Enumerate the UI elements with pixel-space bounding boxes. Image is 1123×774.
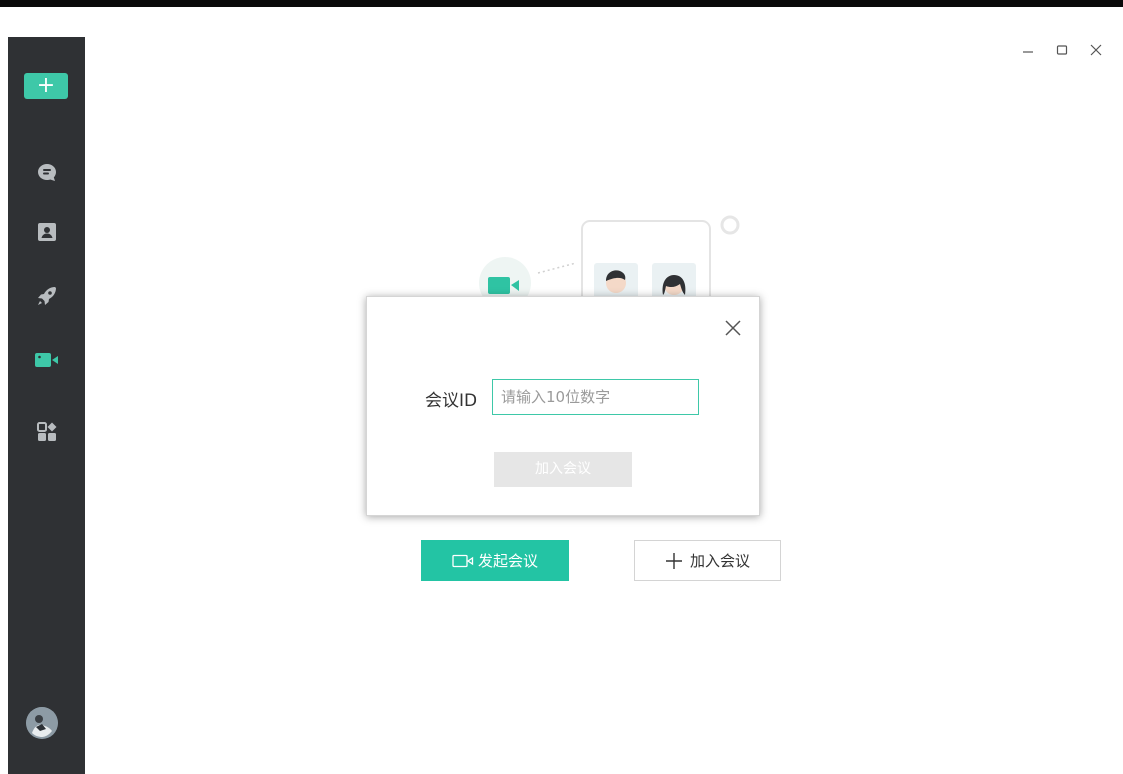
start-meeting-label: 发起会议 bbox=[477, 552, 538, 570]
plus-icon bbox=[665, 552, 682, 569]
top-border bbox=[0, 0, 1123, 7]
apps-grid-icon bbox=[36, 422, 56, 441]
close-icon bbox=[1090, 44, 1102, 56]
meeting-id-input[interactable] bbox=[492, 379, 699, 415]
dialog-close-button[interactable] bbox=[722, 317, 744, 339]
add-button[interactable]: + bbox=[24, 73, 68, 99]
meeting-id-label: 会议ID bbox=[425, 391, 478, 411]
maximize-button[interactable] bbox=[1052, 40, 1072, 60]
minimize-button[interactable] bbox=[1018, 40, 1038, 60]
sidebar-item-launch[interactable] bbox=[8, 279, 85, 313]
avatar[interactable] bbox=[26, 707, 58, 739]
sidebar-item-meeting[interactable] bbox=[8, 343, 85, 377]
join-meeting-label: 加入会议 bbox=[689, 552, 750, 570]
sidebar-item-apps[interactable] bbox=[8, 415, 85, 449]
join-submit-button[interactable]: 加入会议 bbox=[494, 452, 632, 487]
chat-bubble-icon bbox=[37, 164, 56, 181]
rocket-icon bbox=[37, 287, 56, 305]
sidebar: + bbox=[8, 37, 85, 774]
close-window-button[interactable] bbox=[1086, 40, 1106, 60]
start-meeting-button[interactable]: 发起会议 bbox=[421, 540, 569, 581]
minimize-icon bbox=[1023, 51, 1033, 53]
contact-card-icon bbox=[37, 223, 56, 241]
sidebar-item-contacts[interactable] bbox=[8, 215, 85, 249]
video-camera-outline-icon bbox=[452, 554, 474, 567]
join-meeting-dialog: 会议ID 加入会议 bbox=[366, 296, 760, 516]
join-meeting-button[interactable]: 加入会议 bbox=[634, 540, 781, 581]
meeting-illustration bbox=[479, 215, 740, 300]
close-icon bbox=[725, 320, 741, 336]
sidebar-item-chat[interactable] bbox=[8, 155, 85, 189]
maximize-icon bbox=[1056, 45, 1068, 55]
video-camera-icon bbox=[34, 353, 58, 367]
avatar-image-icon bbox=[26, 707, 58, 739]
